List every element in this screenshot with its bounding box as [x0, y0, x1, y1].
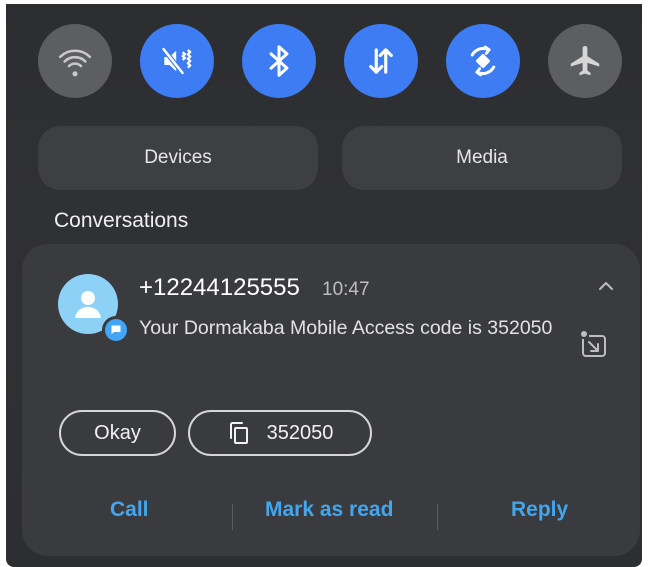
airplane-icon: [570, 45, 600, 76]
open-in-app-icon[interactable]: [578, 328, 612, 362]
mark-as-read-button[interactable]: Mark as read: [265, 498, 393, 522]
bluetooth-toggle[interactable]: [242, 24, 316, 98]
copy-icon: [229, 422, 248, 444]
sender-number: +12244125555: [139, 274, 300, 301]
message-badge: [102, 316, 130, 344]
copy-code-label: 352050: [266, 421, 334, 444]
section-title: Conversations: [54, 209, 189, 232]
auto-rotate-icon: [470, 45, 496, 77]
action-divider: [437, 504, 438, 530]
okay-label: Okay: [94, 421, 141, 444]
action-divider: [232, 504, 233, 530]
quick-settings-row: [6, 24, 642, 100]
mobile-data-icon: [369, 48, 393, 74]
mobile-data-toggle[interactable]: [344, 24, 418, 98]
vibrate-icon: [161, 46, 192, 76]
notification-shade: Devices Media Conversations +12244125555…: [6, 4, 642, 567]
copy-code-chip[interactable]: 352050: [188, 410, 372, 456]
call-button[interactable]: Call: [110, 498, 149, 522]
okay-chip[interactable]: Okay: [59, 410, 176, 456]
wifi-icon: [58, 49, 92, 77]
devices-label: Devices: [144, 147, 212, 168]
media-button[interactable]: Media: [342, 126, 622, 190]
media-label: Media: [456, 147, 508, 168]
message-body: Your Dormakaba Mobile Access code is 352…: [139, 317, 553, 339]
devices-button[interactable]: Devices: [38, 126, 318, 190]
message-notification[interactable]: +12244125555 10:47 Your Dormakaba Mobile…: [22, 244, 640, 556]
airplane-toggle[interactable]: [548, 24, 622, 98]
vibrate-toggle[interactable]: [140, 24, 214, 98]
chat-bubble-icon: [111, 325, 121, 335]
collapse-chevron-icon[interactable]: [594, 274, 618, 298]
reply-button[interactable]: Reply: [511, 498, 568, 522]
message-time: 10:47: [322, 279, 370, 300]
auto-rotate-toggle[interactable]: [446, 24, 520, 98]
bluetooth-icon: [269, 45, 289, 77]
wifi-toggle[interactable]: [38, 24, 112, 98]
